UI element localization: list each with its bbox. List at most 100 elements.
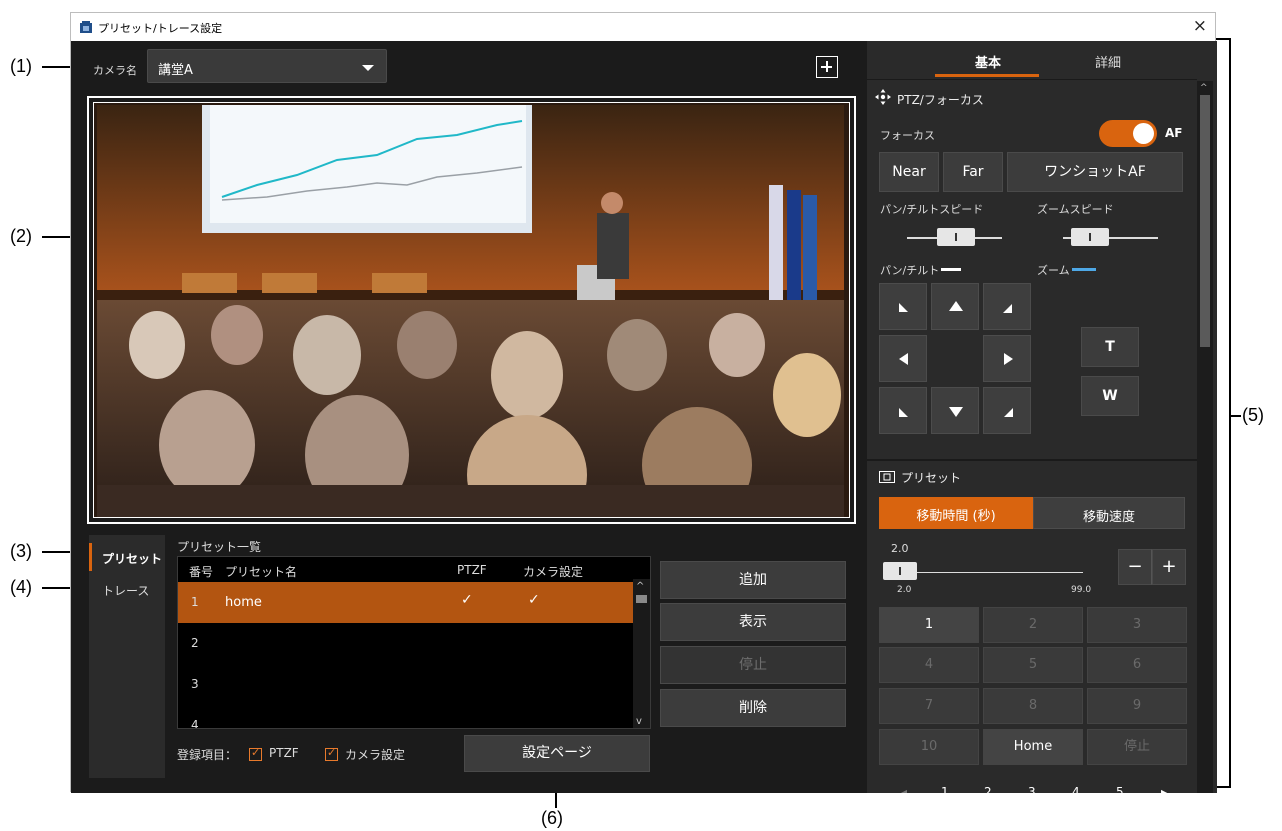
pan-tilt-speed-slider[interactable] <box>937 228 975 246</box>
af-toggle-knob <box>1133 123 1154 144</box>
zoom-speed-label: ズームスピード <box>1037 203 1114 216</box>
ptzf-checkbox[interactable] <box>249 746 262 761</box>
page-4[interactable]: 4 <box>1072 785 1080 793</box>
nav-preset[interactable]: プリセット <box>89 543 165 571</box>
table-row[interactable]: 2 <box>178 623 634 664</box>
ptzf-checkbox-label: PTZF <box>269 746 299 760</box>
preset-button-3[interactable]: 3 <box>1087 607 1187 643</box>
row-num: 3 <box>191 677 199 691</box>
preset-list-title: プリセット一覧 <box>177 540 262 554</box>
pan-right-button[interactable] <box>983 335 1031 382</box>
preset-button-7[interactable]: 7 <box>879 688 979 724</box>
pan-down-left-button[interactable] <box>879 387 927 434</box>
one-shot-af-button[interactable]: ワンショットAF <box>1007 152 1183 192</box>
scroll-thumb[interactable] <box>636 595 647 603</box>
close-icon[interactable]: × <box>1193 16 1207 36</box>
move-time-min: 2.0 <box>897 585 912 595</box>
pan-down-right-button[interactable] <box>983 387 1031 434</box>
header-ptzf: PTZF <box>457 563 487 577</box>
camera-select[interactable]: 講堂A <box>147 49 387 83</box>
table-row[interactable]: 4 <box>178 705 634 728</box>
preset-button-1[interactable]: 1 <box>879 607 979 643</box>
scroll-up-icon[interactable]: ^ <box>1200 83 1208 93</box>
zoom-speed-slider[interactable] <box>1071 228 1109 246</box>
decrement-button[interactable]: − <box>1118 549 1152 585</box>
pan-tilt-speed-label: パン/チルトスピード <box>880 203 984 216</box>
tilt-up-button[interactable] <box>931 283 979 330</box>
preset-trace-window: プリセット/トレース設定 × カメラ名 講堂A プリセット トレース プリセット… <box>70 12 1217 793</box>
delete-button[interactable]: 削除 <box>660 689 846 727</box>
af-toggle[interactable] <box>1099 120 1157 147</box>
move-time-label: 移動時間 (秒) <box>916 509 996 524</box>
camera-select-value: 講堂A <box>158 63 193 78</box>
header-camera-settings: カメラ設定 <box>523 565 584 579</box>
nav-trace[interactable]: トレース <box>89 575 165 603</box>
focus-near-button[interactable]: Near <box>879 152 939 192</box>
camera-video[interactable] <box>93 102 850 518</box>
focus-far-button[interactable]: Far <box>943 152 1003 192</box>
preset-button-10[interactable]: 10 <box>879 729 979 765</box>
zoom-label: ズーム <box>1037 264 1070 277</box>
callout-6: (6) <box>541 808 563 828</box>
pan-up-right-button[interactable] <box>983 283 1031 330</box>
page-5[interactable]: 5 <box>1116 785 1124 793</box>
title-bar: プリセット/トレース設定 × <box>71 13 1215 41</box>
show-button[interactable]: 表示 <box>660 603 846 641</box>
preset-icon <box>879 471 895 483</box>
zoom-legend-line <box>1072 268 1096 271</box>
table-row[interactable]: 3 <box>178 664 634 705</box>
callout-2: (2) <box>10 226 32 246</box>
scroll-up-icon[interactable]: ^ <box>636 581 644 592</box>
move-time-slider[interactable] <box>883 562 917 580</box>
expand-view-icon[interactable] <box>816 56 838 78</box>
pan-up-left-button[interactable] <box>879 283 927 330</box>
panel-scroll-thumb[interactable] <box>1200 95 1210 347</box>
preset-button-6[interactable]: 6 <box>1087 647 1187 683</box>
ptz-focus-title: PTZ/フォーカス <box>897 93 984 107</box>
tab-detail-label: 詳細 <box>1095 56 1122 71</box>
add-button[interactable]: 追加 <box>660 561 846 599</box>
arrow-up-icon <box>949 301 963 311</box>
preset-button-8[interactable]: 8 <box>983 688 1083 724</box>
table-scrollbar[interactable]: ^ v <box>633 579 650 728</box>
camera-video-frame <box>87 96 856 524</box>
page-next-icon[interactable]: ▸ <box>1161 785 1167 793</box>
tab-basic[interactable]: 基本 <box>935 41 1039 77</box>
tab-detail[interactable]: 詳細 <box>1057 41 1161 77</box>
arrow-left-icon <box>899 353 908 365</box>
page-prev-icon[interactable]: ◂ <box>901 785 907 793</box>
page-1[interactable]: 1 <box>941 785 949 793</box>
pan-left-button[interactable] <box>879 335 927 382</box>
callout-4: (4) <box>10 577 32 597</box>
preset-button-9[interactable]: 9 <box>1087 688 1187 724</box>
row-ptzf-check: ✓ <box>461 592 473 608</box>
left-area: カメラ名 講堂A プリセット トレース プリセット一覧 番号 プリセット名 PT… <box>71 41 867 793</box>
panel-scrollbar[interactable]: ^ <box>1197 81 1213 793</box>
control-panel: 基本 詳細 PTZ/フォーカス フォーカス AF Near Far ワンショット… <box>867 41 1217 793</box>
page-2[interactable]: 2 <box>984 785 992 793</box>
increment-button[interactable]: + <box>1152 549 1186 585</box>
page-3[interactable]: 3 <box>1028 785 1036 793</box>
preset-stop-button[interactable]: 停止 <box>1087 729 1187 765</box>
move-speed-label: 移動速度 <box>1082 510 1135 525</box>
move-time-segment[interactable]: 移動時間 (秒) <box>879 497 1033 529</box>
arrow-down-right-icon <box>1004 408 1013 417</box>
table-row[interactable]: 1 home ✓ ✓ <box>178 582 634 623</box>
zoom-wide-button[interactable]: W <box>1081 376 1139 416</box>
preset-home-button[interactable]: Home <box>983 729 1083 765</box>
scroll-down-icon[interactable]: v <box>636 716 642 727</box>
preset-button-4[interactable]: 4 <box>879 647 979 683</box>
preset-button-2[interactable]: 2 <box>983 607 1083 643</box>
move-speed-segment[interactable]: 移動速度 <box>1033 497 1185 529</box>
settings-page-button[interactable]: 設定ページ <box>464 735 650 772</box>
stop-button[interactable]: 停止 <box>660 646 846 684</box>
header-name: プリセット名 <box>225 565 298 579</box>
row-num: 1 <box>191 595 199 609</box>
row-name: home <box>225 595 262 610</box>
preset-button-5[interactable]: 5 <box>983 647 1083 683</box>
tilt-down-button[interactable] <box>931 387 979 434</box>
zoom-tele-button[interactable]: T <box>1081 327 1139 367</box>
arrow-up-right-icon <box>1003 304 1012 313</box>
camera-settings-checkbox[interactable] <box>325 746 338 761</box>
row-camera-check: ✓ <box>528 592 540 608</box>
